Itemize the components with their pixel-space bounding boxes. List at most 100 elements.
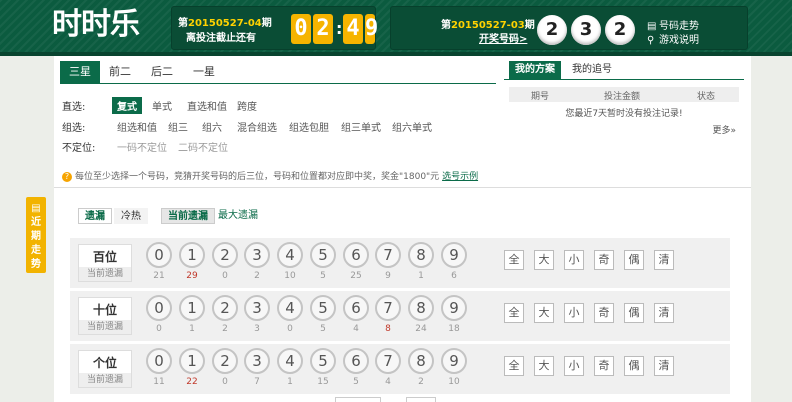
number-ball[interactable]: 0 bbox=[146, 295, 172, 321]
quick-select-button[interactable]: 清 bbox=[654, 356, 674, 376]
logo[interactable]: 时时乐 bbox=[52, 6, 144, 44]
option-direct-sum[interactable]: 直选和值 bbox=[187, 98, 227, 113]
help-icon: ? bbox=[62, 172, 72, 182]
number-ball[interactable]: 4 bbox=[277, 295, 303, 321]
option-group-three-single[interactable]: 组三单式 bbox=[341, 119, 381, 134]
play-note: ? 每位至少选择一个号码，竞猜开奖号码的后三位，号码和位置都对应即中奖，奖金"18… bbox=[62, 169, 478, 182]
quick-select-button[interactable]: 清 bbox=[654, 250, 674, 270]
number-ball[interactable]: 3 bbox=[244, 348, 270, 374]
option-group-six-single[interactable]: 组六单式 bbox=[392, 119, 432, 134]
quick-select-button[interactable]: 小 bbox=[564, 250, 584, 270]
number-ball[interactable]: 5 bbox=[310, 242, 336, 268]
missing-count: 0 bbox=[222, 377, 228, 387]
number-ball[interactable]: 5 bbox=[310, 348, 336, 374]
trend-link[interactable]: ▤ 号码走势 bbox=[647, 17, 699, 32]
option-two-nofix[interactable]: 二码不定位 bbox=[178, 139, 228, 154]
quick-select-button[interactable]: 偶 bbox=[624, 356, 644, 376]
missing-count: 2 bbox=[254, 271, 260, 281]
quick-select-button[interactable]: 清 bbox=[654, 303, 674, 323]
quick-select-button[interactable]: 大 bbox=[534, 356, 554, 376]
countdown-colon: : bbox=[336, 19, 343, 38]
quick-select-button[interactable]: 大 bbox=[534, 303, 554, 323]
number-ball[interactable]: 3 bbox=[244, 295, 270, 321]
number-ball[interactable]: 4 bbox=[277, 348, 303, 374]
quick-select-button[interactable]: 小 bbox=[564, 303, 584, 323]
draw-number-link[interactable]: 开奖号码> bbox=[479, 30, 527, 45]
option-group-dan[interactable]: 组选包胆 bbox=[289, 119, 329, 134]
countdown-label: 离投注截止还有 bbox=[186, 33, 256, 44]
rules-link[interactable]: ⚲ 游戏说明 bbox=[647, 31, 699, 46]
position-label: 百位 当前遗漏 bbox=[78, 244, 132, 282]
tab-back-two[interactable]: 后二 bbox=[142, 61, 182, 83]
option-danshi[interactable]: 单式 bbox=[152, 98, 172, 113]
number-ball[interactable]: 3 bbox=[244, 242, 270, 268]
tab-my-plans[interactable]: 我的方案 bbox=[509, 61, 561, 79]
quick-select-button[interactable]: 全 bbox=[504, 303, 524, 323]
position-sub-label: 当前遗漏 bbox=[79, 373, 131, 387]
position-row: 十位 当前遗漏 0 1 2 3 4 5 6 7 8 9 0 1 2 3 0 5 4 8 24 18 全大小奇偶清 bbox=[70, 291, 730, 341]
number-ball[interactable]: 8 bbox=[408, 242, 434, 268]
quick-select-button[interactable]: 大 bbox=[534, 250, 554, 270]
tab-one-star[interactable]: 一星 bbox=[184, 61, 224, 83]
number-ball[interactable]: 7 bbox=[375, 295, 401, 321]
option-span[interactable]: 跨度 bbox=[237, 98, 257, 113]
number-ball[interactable]: 6 bbox=[343, 242, 369, 268]
number-ball[interactable]: 1 bbox=[179, 295, 205, 321]
number-ball[interactable]: 2 bbox=[212, 348, 238, 374]
panel-divider bbox=[54, 187, 751, 188]
number-ball[interactable]: 2 bbox=[212, 295, 238, 321]
missing-count: 5 bbox=[353, 377, 359, 387]
number-ball[interactable]: 2 bbox=[212, 242, 238, 268]
number-ball[interactable]: 9 bbox=[441, 348, 467, 374]
number-ball[interactable]: 4 bbox=[277, 242, 303, 268]
missing-count: 2 bbox=[418, 377, 424, 387]
missing-count: 2 bbox=[222, 324, 228, 334]
option-group-six[interactable]: 组六 bbox=[202, 119, 222, 134]
missing-count: 10 bbox=[284, 271, 296, 281]
number-ball[interactable]: 6 bbox=[343, 348, 369, 374]
option-one-nofix[interactable]: 一码不定位 bbox=[117, 139, 167, 154]
recent-trend-tab[interactable]: ▤ 近期走势 bbox=[26, 197, 46, 273]
tab-three-star[interactable]: 三星 bbox=[60, 61, 100, 83]
number-ball[interactable]: 1 bbox=[179, 242, 205, 268]
tab-my-chase[interactable]: 我的追号 bbox=[566, 61, 618, 79]
toggle-max-missing[interactable]: 最大遗漏 bbox=[212, 208, 264, 224]
quick-select-button[interactable]: 偶 bbox=[624, 303, 644, 323]
option-group-sum[interactable]: 组选和值 bbox=[117, 119, 157, 134]
option-group-three[interactable]: 组三 bbox=[168, 119, 188, 134]
number-ball[interactable]: 1 bbox=[179, 348, 205, 374]
number-ball[interactable]: 5 bbox=[310, 295, 336, 321]
toggle-missing[interactable]: 遗漏 bbox=[78, 208, 112, 224]
quick-select-button[interactable]: 小 bbox=[564, 356, 584, 376]
number-ball[interactable]: 9 bbox=[441, 242, 467, 268]
quick-select-button[interactable]: 奇 bbox=[594, 303, 614, 323]
number-ball[interactable]: 6 bbox=[343, 295, 369, 321]
option-fushi[interactable]: 复式 bbox=[112, 97, 142, 114]
missing-count: 0 bbox=[222, 271, 228, 281]
example-link[interactable]: 选号示例 bbox=[442, 172, 478, 182]
number-ball[interactable]: 9 bbox=[441, 295, 467, 321]
toggle-current-missing[interactable]: 当前遗漏 bbox=[161, 208, 215, 224]
number-ball[interactable]: 8 bbox=[408, 348, 434, 374]
quick-select-button[interactable]: 全 bbox=[504, 356, 524, 376]
plans-more-link[interactable]: 更多» bbox=[712, 123, 736, 136]
quick-select-button[interactable]: 奇 bbox=[594, 250, 614, 270]
tab-front-two[interactable]: 前二 bbox=[100, 61, 140, 83]
missing-count: 1 bbox=[287, 377, 293, 387]
quick-select-button[interactable]: 全 bbox=[504, 250, 524, 270]
missing-count: 5 bbox=[320, 324, 326, 334]
number-ball[interactable]: 7 bbox=[375, 348, 401, 374]
option-mixed-group[interactable]: 混合组选 bbox=[237, 119, 277, 134]
play-options-panel: 三星 前二 后二 一星 直选: 复式 单式 直选和值 跨度 组选: 组选和值 组… bbox=[54, 56, 751, 196]
position-sub-label: 当前遗漏 bbox=[79, 320, 131, 334]
number-ball[interactable]: 7 bbox=[375, 242, 401, 268]
number-ball[interactable]: 0 bbox=[146, 348, 172, 374]
number-ball[interactable]: 8 bbox=[408, 295, 434, 321]
toggle-hot-cold[interactable]: 冷热 bbox=[114, 208, 148, 224]
quick-select-button[interactable]: 偶 bbox=[624, 250, 644, 270]
number-ball[interactable]: 0 bbox=[146, 242, 172, 268]
position-name: 十位 bbox=[92, 303, 117, 317]
countdown-digit: 0 bbox=[291, 14, 311, 44]
missing-count: 4 bbox=[385, 377, 391, 387]
quick-select-button[interactable]: 奇 bbox=[594, 356, 614, 376]
